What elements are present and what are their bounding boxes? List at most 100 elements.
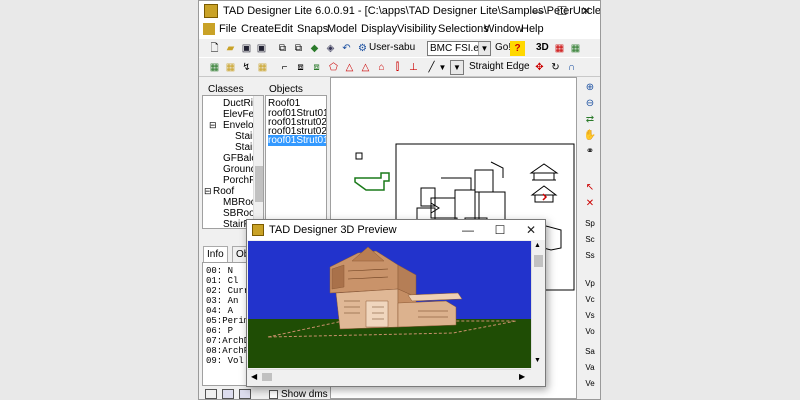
- rotate-icon[interactable]: ↻: [548, 60, 563, 75]
- preview-hscrollbar[interactable]: ◀ ▶: [248, 369, 531, 383]
- next-icon[interactable]: [239, 389, 251, 399]
- column-icon[interactable]: ⫿: [390, 60, 405, 75]
- line-dropdown-icon[interactable]: ▼: [435, 60, 450, 75]
- user-icon[interactable]: ⚙: [355, 41, 370, 56]
- zoom-in-icon[interactable]: ⊕: [582, 80, 598, 96]
- vo-tool-icon[interactable]: Vo: [582, 324, 598, 340]
- first-frame-icon[interactable]: ⧈: [293, 60, 308, 75]
- chevron-down-icon[interactable]: ▼: [451, 61, 463, 74]
- scrollbar-thumb[interactable]: [262, 373, 272, 381]
- chevron-down-icon[interactable]: ▼: [478, 42, 490, 55]
- mirror-icon[interactable]: ⊥: [406, 60, 421, 75]
- move-icon[interactable]: ✥: [532, 60, 547, 75]
- menu-snaps[interactable]: Snaps: [297, 23, 328, 35]
- cube-icon[interactable]: ◆: [307, 41, 322, 56]
- open-file-icon[interactable]: ▰: [223, 41, 238, 56]
- save-icon[interactable]: ▣: [239, 41, 254, 56]
- snap-icon[interactable]: ↯: [239, 60, 254, 75]
- expand-icon[interactable]: ⊟: [204, 186, 212, 197]
- menu-window[interactable]: Window: [484, 23, 523, 35]
- vc-tool-icon[interactable]: Vc: [582, 292, 598, 308]
- paste-icon[interactable]: ⧉: [291, 41, 306, 56]
- objects-icon[interactable]: ▦: [223, 60, 238, 75]
- zoom-out-icon[interactable]: ⊖: [582, 96, 598, 112]
- mdi-icon: [203, 23, 215, 35]
- menu-display[interactable]: Display: [361, 23, 397, 35]
- line-style-select[interactable]: ▼: [450, 60, 464, 75]
- first-button[interactable]: [205, 389, 217, 399]
- show-dims-checkbox[interactable]: [269, 390, 278, 399]
- va-tool-icon[interactable]: Va: [582, 360, 598, 376]
- objects-list[interactable]: Roof01 roof01Strut01#2 roof01strut02#2 r…: [265, 95, 327, 229]
- list-item-selected[interactable]: roof01Strut01: [268, 135, 326, 146]
- preview-title-bar[interactable]: TAD Designer 3D Preview — ☐ ✕: [247, 220, 545, 240]
- binoculars-icon[interactable]: ⚭: [582, 144, 598, 160]
- scroll-left-icon[interactable]: ◀: [251, 372, 257, 381]
- classes-scrollbar[interactable]: [253, 96, 263, 228]
- stack-icon[interactable]: ◈: [323, 41, 338, 56]
- roof-icon[interactable]: ⌂: [374, 60, 389, 75]
- tree-item[interactable]: Roof: [213, 186, 234, 197]
- scrollbar-thumb[interactable]: [534, 255, 543, 267]
- new-file-icon[interactable]: 🗋: [207, 41, 222, 56]
- expand-icon[interactable]: ⊟: [209, 120, 217, 131]
- maximize-button[interactable]: ☐: [551, 1, 573, 21]
- preview-viewport[interactable]: [248, 241, 531, 368]
- classes-icon[interactable]: ▦: [207, 60, 222, 75]
- select-arrow-icon[interactable]: ↖: [582, 180, 598, 196]
- classes-header: Classes: [208, 84, 244, 95]
- title-bar[interactable]: TAD Designer Lite 6.0.0.91 - [C:\apps\TA…: [199, 1, 600, 21]
- preview-vscrollbar[interactable]: ▲ ▼: [531, 241, 544, 368]
- sp-tool-icon[interactable]: Sp: [582, 216, 598, 232]
- scroll-up-icon[interactable]: ▲: [534, 242, 541, 249]
- preview-minimize-button[interactable]: —: [457, 220, 479, 240]
- vs-tool-icon[interactable]: Vs: [582, 308, 598, 324]
- triangle-fill-icon[interactable]: △: [358, 60, 373, 75]
- menu-help[interactable]: Help: [521, 23, 544, 35]
- user-sabu-button[interactable]: User-sabu: [369, 42, 415, 53]
- copy-icon[interactable]: ⧉: [275, 41, 290, 56]
- render-icon[interactable]: ▦: [552, 41, 567, 56]
- menu-bar: File Create Edit Snaps Model Display Vis…: [199, 21, 600, 38]
- undo-icon[interactable]: ↶: [339, 41, 354, 56]
- menu-file[interactable]: File: [219, 23, 237, 35]
- tab-info[interactable]: Info: [203, 246, 228, 262]
- sc-tool-icon[interactable]: Sc: [582, 232, 598, 248]
- minimize-button[interactable]: —: [527, 1, 549, 21]
- magnet-icon[interactable]: ∩: [564, 60, 579, 75]
- menu-visibility[interactable]: Visibility: [397, 23, 437, 35]
- preview-close-button[interactable]: ✕: [520, 220, 542, 240]
- grid-view-icon[interactable]: ▦: [568, 41, 583, 56]
- scroll-down-icon[interactable]: ▼: [534, 357, 541, 364]
- zoom-extents-icon[interactable]: ⇄: [582, 112, 598, 128]
- info-line: 01: Cl: [206, 276, 239, 286]
- menu-edit[interactable]: Edit: [274, 23, 293, 35]
- layer-icon[interactable]: ▦: [255, 60, 270, 75]
- delete-icon[interactable]: ✕: [582, 196, 598, 212]
- save-all-icon[interactable]: ▣: [254, 41, 269, 56]
- prev-icon[interactable]: [222, 389, 234, 399]
- vp-tool-icon[interactable]: Vp: [582, 276, 598, 292]
- classes-tree[interactable]: DuctRibs ElevFeat ⊟ Envelope Stair Stair…: [202, 95, 264, 229]
- scrollbar-thumb[interactable]: [255, 166, 263, 202]
- ve-tool-icon[interactable]: Ve: [582, 376, 598, 392]
- triangle-icon[interactable]: △: [342, 60, 357, 75]
- menu-model[interactable]: Model: [327, 23, 357, 35]
- info-panel: 00: N 01: Cl 02: Curr 03: An 04: A 05:Pe…: [202, 262, 248, 386]
- help-icon[interactable]: ?: [510, 41, 525, 56]
- menu-create[interactable]: Create: [241, 23, 274, 35]
- menu-selections[interactable]: Selections: [438, 23, 489, 35]
- close-button[interactable]: ✕: [575, 1, 597, 21]
- straight-edge-button[interactable]: Straight Edge: [469, 61, 530, 72]
- next-frame-icon[interactable]: ⧈: [309, 60, 324, 75]
- go-button[interactable]: Go!: [495, 42, 511, 53]
- polygon-icon[interactable]: ⬠: [326, 60, 341, 75]
- scroll-right-icon[interactable]: ▶: [519, 372, 525, 381]
- climate-file-select[interactable]: BMC FSI.exa ▼: [427, 41, 491, 56]
- pan-icon[interactable]: ✋: [582, 128, 598, 144]
- view-3d-button[interactable]: 3D: [536, 42, 549, 53]
- preview-maximize-button[interactable]: ☐: [489, 220, 511, 240]
- sa-tool-icon[interactable]: Sa: [582, 344, 598, 360]
- select-frame-icon[interactable]: ⌐: [277, 60, 292, 75]
- ss-tool-icon[interactable]: Ss: [582, 248, 598, 264]
